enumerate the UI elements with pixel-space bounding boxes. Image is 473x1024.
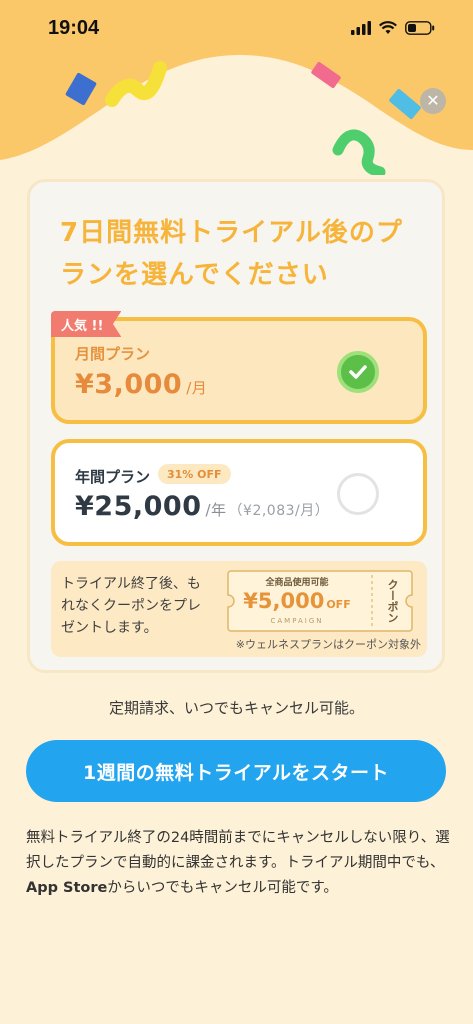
plan-price: ¥25,000/年 （¥2,083/月） xyxy=(75,491,329,522)
card-title: 7日間無料トライアル後のプランを選んでください xyxy=(60,218,403,290)
app-store-text: App Store xyxy=(26,880,108,896)
plan-price-value: ¥3,000 xyxy=(75,369,183,400)
plan-option-yearly[interactable]: 年間プラン 31% OFF ¥25,000/年 （¥2,083/月） xyxy=(51,439,427,546)
disclaimer-text: 無料トライアル終了の24時間前までにキャンセルしない限り、選択したプランで自動的… xyxy=(26,826,451,901)
plan-price-unit: /年 xyxy=(205,501,227,519)
coupon-box: トライアル終了後、もれなくクーポンをプレゼントします。 全商品使用可能 ¥5,0… xyxy=(51,561,427,657)
plan-card: 7日間無料トライアル後のプランを選んでください 人気 !! 月間プラン ¥3,0… xyxy=(27,179,445,673)
plan-price-unit: /月 xyxy=(186,379,208,397)
plan-option-monthly[interactable]: 人気 !! 月間プラン ¥3,000/月 xyxy=(51,311,427,424)
disclaimer-after: からいつでもキャンセル可能です。 xyxy=(107,880,338,896)
popular-badge: 人気 !! xyxy=(51,311,122,337)
ticket-off-label: OFF xyxy=(326,598,351,611)
plan-name: 年間プラン xyxy=(75,468,151,486)
ticket-amount-value: ¥5,000 xyxy=(243,589,325,613)
ticket-amount: ¥5,000 OFF xyxy=(227,589,367,613)
battery-icon xyxy=(405,21,435,35)
plan-price: ¥3,000/月 xyxy=(75,369,207,400)
ticket-top-text: 全商品使用可能 xyxy=(265,578,329,588)
wifi-icon xyxy=(379,21,397,34)
signal-icon xyxy=(351,21,371,35)
ticket-campaign: CAMPAIGN xyxy=(270,617,324,625)
plan-name: 月間プラン xyxy=(75,345,151,363)
disclaimer-before: 無料トライアル終了の24時間前までにキャンセルしない限り、選択したプランで自動的… xyxy=(26,830,450,871)
renewal-text: 定期請求、いつでもキャンセル可能。 xyxy=(108,699,364,717)
plan-price-value: ¥25,000 xyxy=(75,491,202,522)
confetti-icon xyxy=(332,129,386,175)
close-button[interactable]: ✕ xyxy=(420,88,446,114)
status-icons xyxy=(351,21,435,35)
plan-monthly-equivalent: （¥2,083/月） xyxy=(228,503,330,519)
ticket-side-label: クーポン xyxy=(386,579,399,623)
discount-badge: 31% OFF xyxy=(158,464,231,484)
start-trial-button[interactable]: 1週間の無料トライアルをスタート xyxy=(26,740,446,802)
checkmark-icon xyxy=(349,365,367,379)
status-time: 19:04 xyxy=(48,16,100,39)
selected-radio[interactable] xyxy=(337,351,379,393)
close-icon: ✕ xyxy=(426,91,440,110)
coupon-note: ※ウェルネスプランはクーポン対象外 xyxy=(235,638,421,651)
unselected-radio[interactable] xyxy=(337,473,379,515)
coupon-text: トライアル終了後、もれなくクーポンをプレゼントします。 xyxy=(61,576,201,636)
status-bar: 19:04 xyxy=(0,0,473,56)
coupon-ticket: 全商品使用可能 ¥5,000 OFF CAMPAIGN クーポン xyxy=(227,570,413,632)
